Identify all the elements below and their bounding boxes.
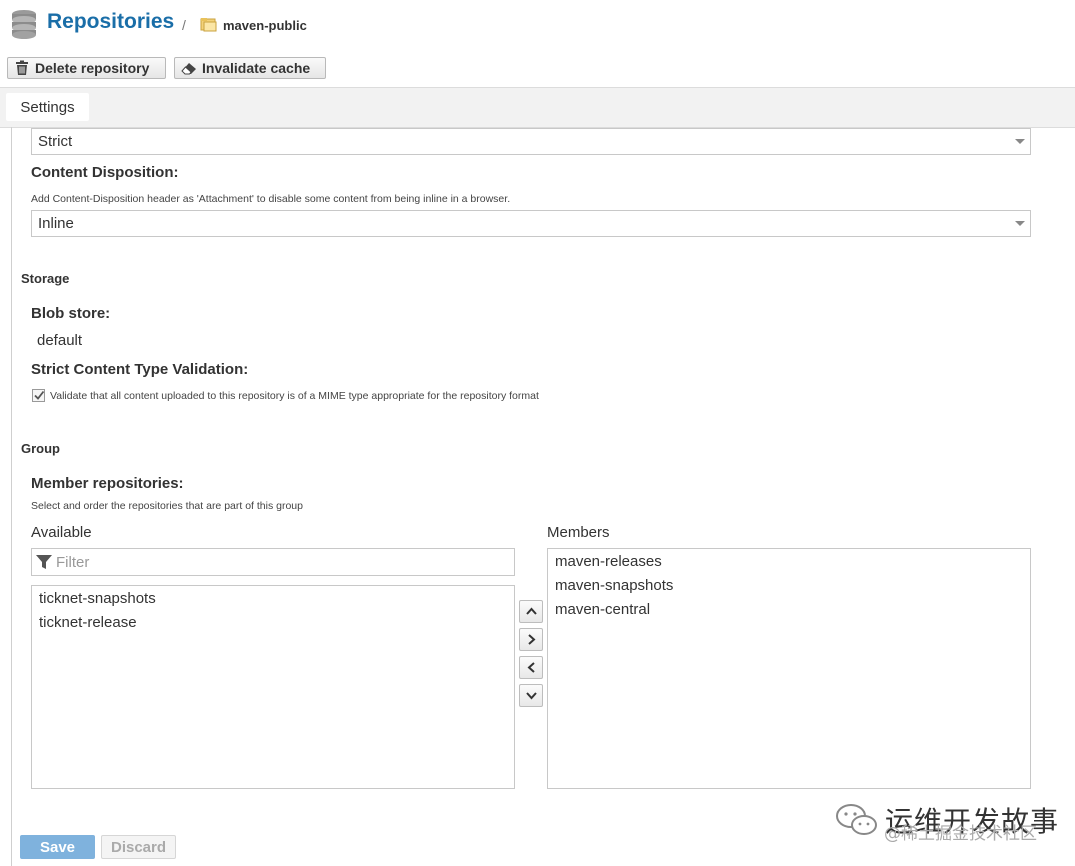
list-item[interactable]: maven-releases bbox=[555, 553, 662, 570]
members-title: Members bbox=[547, 524, 610, 541]
version-policy-select[interactable]: Strict bbox=[31, 128, 1031, 155]
page-title[interactable]: Repositories bbox=[47, 10, 174, 34]
move-down-button[interactable] bbox=[519, 684, 543, 707]
invalidate-cache-label: Invalidate cache bbox=[202, 60, 311, 76]
list-item[interactable]: ticknet-snapshots bbox=[39, 590, 156, 607]
version-policy-value: Strict bbox=[38, 133, 73, 150]
blob-store-label: Blob store: bbox=[31, 305, 111, 322]
add-member-button[interactable] bbox=[519, 628, 543, 651]
list-item[interactable]: maven-snapshots bbox=[555, 577, 673, 594]
strict-validation-label: Strict Content Type Validation: bbox=[31, 361, 249, 378]
remove-member-button[interactable] bbox=[519, 656, 543, 679]
tab-strip bbox=[0, 87, 1075, 128]
member-repositories-label: Member repositories: bbox=[31, 475, 184, 492]
strict-validation-checkbox[interactable] bbox=[32, 389, 45, 402]
database-icon bbox=[11, 9, 37, 39]
group-section-title: Group bbox=[21, 441, 60, 456]
blob-store-value: default bbox=[37, 332, 83, 349]
chevron-right-icon bbox=[528, 634, 536, 645]
tab-settings[interactable]: Settings bbox=[6, 93, 89, 121]
member-repositories-help: Select and order the repositories that a… bbox=[31, 500, 303, 512]
content-disposition-help: Add Content-Disposition header as 'Attac… bbox=[31, 193, 511, 205]
members-list[interactable]: maven-releases maven-snapshots maven-cen… bbox=[547, 548, 1031, 789]
content-disposition-label: Content Disposition: bbox=[31, 164, 179, 181]
save-button[interactable]: Save bbox=[20, 835, 95, 859]
repository-group-icon bbox=[200, 17, 217, 32]
content-disposition-value: Inline bbox=[38, 215, 74, 232]
checkmark-icon bbox=[34, 390, 45, 400]
breadcrumb-separator: / bbox=[182, 17, 186, 33]
filter-field[interactable] bbox=[31, 548, 515, 576]
chevron-up-icon bbox=[526, 607, 537, 615]
discard-button[interactable]: Discard bbox=[101, 835, 176, 859]
watermark-subtitle: @稀土掘金技术社区 bbox=[884, 824, 1037, 844]
list-item[interactable]: maven-central bbox=[555, 601, 650, 618]
trash-icon bbox=[16, 60, 28, 75]
move-up-button[interactable] bbox=[519, 600, 543, 623]
delete-repository-label: Delete repository bbox=[35, 60, 150, 76]
chevron-left-icon bbox=[527, 662, 535, 673]
chevron-down-icon[interactable] bbox=[1015, 221, 1025, 226]
available-title: Available bbox=[31, 524, 92, 541]
eraser-icon bbox=[181, 63, 196, 75]
available-list[interactable]: ticknet-snapshots ticknet-release bbox=[31, 585, 515, 789]
chevron-down-icon bbox=[526, 692, 537, 700]
delete-repository-button[interactable]: Delete repository bbox=[7, 57, 166, 79]
strict-validation-text: Validate that all content uploaded to th… bbox=[50, 390, 539, 402]
filter-icon bbox=[36, 555, 52, 569]
wechat-icon bbox=[836, 804, 877, 835]
invalidate-cache-button[interactable]: Invalidate cache bbox=[174, 57, 326, 79]
filter-input[interactable] bbox=[56, 552, 496, 572]
list-item[interactable]: ticknet-release bbox=[39, 614, 137, 631]
chevron-down-icon[interactable] bbox=[1015, 139, 1025, 144]
breadcrumb-repo-name: maven-public bbox=[223, 18, 307, 33]
panel-border bbox=[11, 127, 12, 866]
storage-section-title: Storage bbox=[21, 271, 70, 286]
content-disposition-select[interactable]: Inline bbox=[31, 210, 1031, 237]
